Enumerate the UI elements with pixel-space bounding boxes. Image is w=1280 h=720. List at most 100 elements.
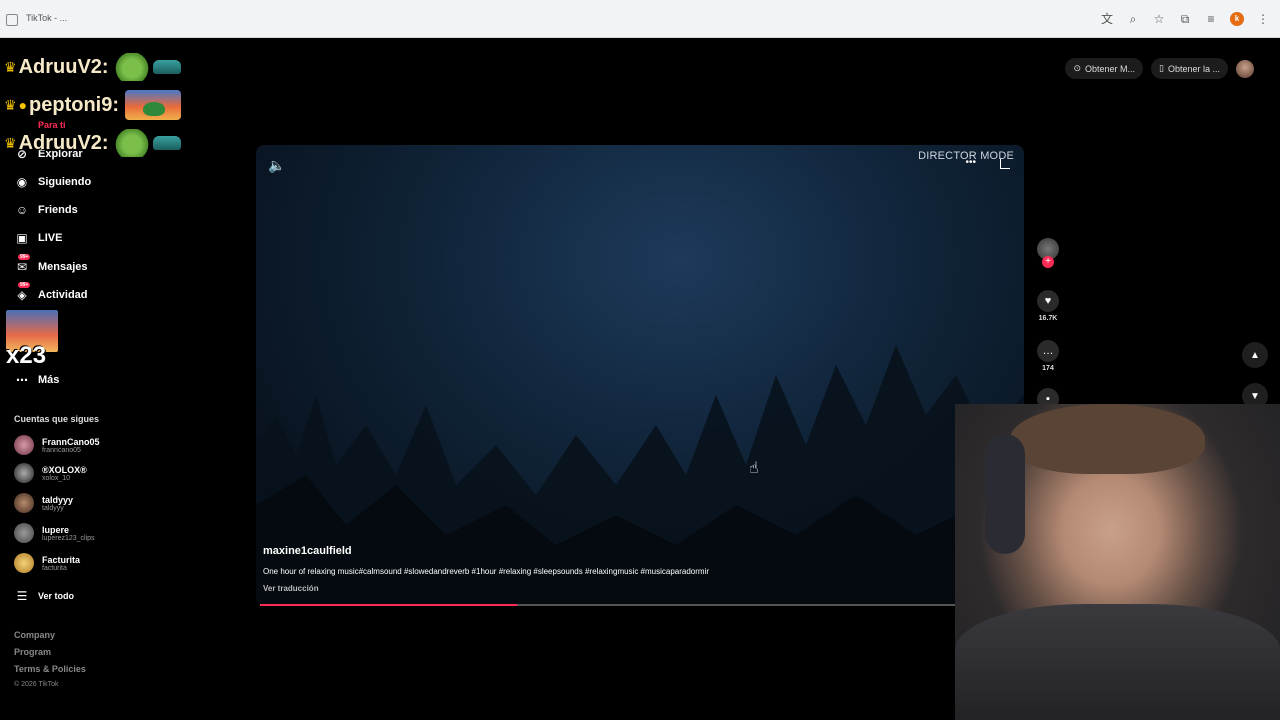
get-app-label: Obtener la ... — [1167, 63, 1220, 74]
crown-icon: ♛ — [4, 58, 17, 75]
get-app-button[interactable]: ▯ Obtener la ... — [1151, 58, 1228, 79]
sidebar-item-label: Friends — [38, 204, 78, 216]
followed-account[interactable]: taldyyy taldyyy — [14, 493, 73, 513]
translate-icon[interactable]: 文 — [1100, 12, 1114, 26]
footer-link-program[interactable]: Program — [14, 647, 51, 657]
followed-account[interactable]: Facturita facturita — [14, 553, 80, 573]
get-coins-button[interactable]: ⊙ Obtener M... — [1065, 58, 1144, 79]
browser-menu-icon[interactable]: ⋮ — [1256, 12, 1270, 26]
more-options-icon[interactable]: ••• — [965, 157, 976, 168]
activity-icon: ◈ 99+ — [17, 282, 31, 302]
sunset-emote-icon — [125, 90, 182, 120]
account-handle: facturita — [42, 564, 67, 572]
account-name: lupere — [42, 524, 70, 535]
video-progress-bar[interactable] — [260, 604, 975, 606]
video-progress-fill — [260, 604, 518, 606]
like-button[interactable]: ♥ 16.7K — [1032, 290, 1064, 322]
list-icon: ☰ — [16, 589, 28, 603]
sidebar-item-friends[interactable]: ☺ Friends — [14, 202, 78, 218]
frog-emote-icon — [114, 129, 149, 157]
chat-message: ♛ ● peptoni9: — [4, 86, 182, 124]
chat-username: AdruuV2: — [18, 131, 109, 154]
sidebar-item-label: Mensajes — [38, 261, 88, 273]
following-icon: ◉ — [16, 175, 28, 189]
stream-chat-overlay: ♛ AdruuV2: ♛ ● peptoni9: ♛ AdruuV2: — [4, 48, 182, 162]
extensions-icon[interactable]: ⧉ — [1178, 12, 1192, 26]
get-coins-label: Obtener M... — [1084, 63, 1136, 74]
messages-badge: 99+ — [18, 254, 31, 260]
browser-profile-icon[interactable]: k — [1230, 12, 1244, 26]
phone-icon: ▯ — [1159, 63, 1164, 73]
footer-link-terms[interactable]: Terms & Policies — [14, 664, 86, 674]
comment-button[interactable]: … 174 — [1032, 340, 1064, 372]
chat-message: ♛ AdruuV2: — [4, 124, 181, 162]
footer-link-company[interactable]: Company — [14, 630, 55, 640]
frog-emote-icon — [114, 53, 149, 81]
see-all-button[interactable]: ☰ Ver todo — [14, 588, 74, 604]
headset-icon — [985, 434, 1025, 554]
account-handle: taldyyy — [42, 504, 64, 512]
badge-icon: ● — [18, 97, 28, 113]
zoom-icon[interactable]: ⌕ — [1126, 12, 1140, 26]
forest-scene — [256, 345, 1024, 605]
more-icon: ⋯ — [16, 373, 28, 387]
heart-icon: ♥ — [1037, 290, 1059, 312]
emote-multiplier: x23 — [6, 342, 47, 369]
tiktok-favicon-icon — [6, 14, 18, 26]
crown-icon: ♛ — [4, 134, 17, 151]
browser-toolbar: TikTok - ... 文 ⌕ ☆ ⧉ ≡ k ⋮ — [0, 0, 1280, 38]
fullscreen-icon[interactable] — [1000, 159, 1010, 169]
messages-icon: ✉ 99+ — [16, 254, 31, 274]
sidebar-item-live[interactable]: ▣ LIVE — [14, 230, 62, 246]
user-avatar[interactable] — [1236, 59, 1254, 78]
video-author[interactable]: maxine1caulfield — [263, 545, 352, 557]
followed-account[interactable]: FrannCano05 franncano05 — [14, 435, 100, 455]
hand-cursor-icon: ☝ — [749, 460, 759, 477]
account-handle: luperez123_clips — [42, 534, 95, 542]
top-right-actions: ⊙ Obtener M... ▯ Obtener la ... — [1065, 58, 1254, 79]
video-player[interactable]: 🔈 DIRECTOR MODE ••• — [256, 145, 1024, 605]
sidebar-item-activity[interactable]: ◈ 99+ Actividad — [14, 282, 88, 303]
chat-username: AdruuV2: — [18, 55, 109, 78]
see-all-label: Ver todo — [38, 591, 75, 601]
account-name: taldyyy — [42, 494, 74, 505]
media-controls-icon[interactable]: ≡ — [1204, 12, 1218, 26]
browser-actions: 文 ⌕ ☆ ⧉ ≡ k ⋮ — [1100, 12, 1270, 26]
followed-account[interactable]: ®XOLOX® xolox_10 — [14, 463, 87, 483]
volume-icon[interactable]: 🔈 — [268, 157, 285, 174]
sidebar-item-label: Actividad — [38, 289, 88, 301]
live-tv-icon: ▣ — [16, 231, 28, 245]
see-translation-link[interactable]: Ver traducción — [263, 584, 319, 593]
account-name: Facturita — [42, 554, 81, 565]
sidebar-item-label: Siguiendo — [38, 176, 92, 188]
car-emote-icon — [152, 136, 181, 150]
x23-emote-overlay: x23 — [6, 310, 58, 374]
sidebar-item-more[interactable]: ⋯ Más — [14, 372, 59, 388]
address-bar[interactable]: TikTok - ... — [26, 13, 67, 23]
followed-account[interactable]: lupere luperez123_clips — [14, 523, 95, 543]
follow-plus-icon[interactable]: + — [1042, 256, 1054, 268]
account-handle: franncano05 — [42, 446, 81, 454]
avatar — [14, 553, 34, 573]
account-handle: xolox_10 — [42, 474, 71, 482]
chat-username: peptoni9: — [29, 93, 120, 116]
streamer-webcam — [955, 404, 1280, 720]
chat-message: ♛ AdruuV2: — [4, 48, 181, 86]
avatar — [14, 463, 34, 483]
account-name: FrannCano05 — [42, 436, 100, 447]
chevron-up-icon: ▲ — [1242, 342, 1268, 368]
avatar — [14, 435, 34, 455]
coin-icon: ⊙ — [1073, 63, 1081, 73]
sidebar-item-following[interactable]: ◉ Siguiendo — [14, 174, 91, 190]
previous-video-button[interactable]: ▲ — [1242, 342, 1268, 368]
video-description: One hour of relaxing music#calmsound #sl… — [263, 567, 710, 576]
creator-profile[interactable]: + — [1032, 238, 1064, 268]
avatar — [14, 493, 34, 513]
sidebar-item-messages[interactable]: ✉ 99+ Mensajes — [14, 254, 88, 275]
webcam-hoodie — [955, 604, 1280, 720]
like-count: 16.7K — [1038, 315, 1058, 322]
activity-badge: 99+ — [18, 282, 31, 288]
car-emote-icon — [152, 60, 181, 74]
sidebar-item-label: Más — [38, 374, 60, 386]
bookmark-star-icon[interactable]: ☆ — [1152, 12, 1166, 26]
